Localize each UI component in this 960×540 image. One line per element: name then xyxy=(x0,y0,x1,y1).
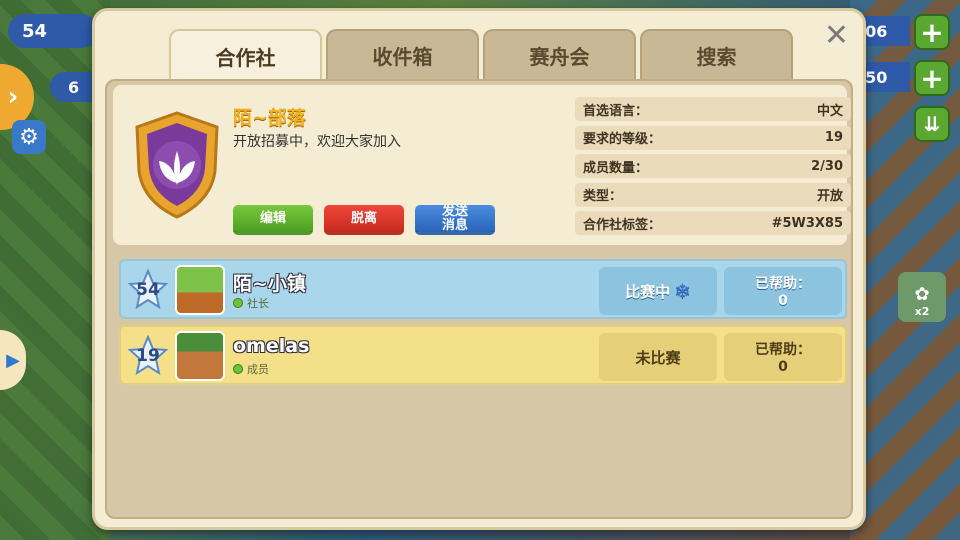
close-button[interactable]: ✕ xyxy=(824,21,849,51)
x2-label: x2 xyxy=(914,305,930,318)
avatar xyxy=(175,331,225,381)
double-chevron-down-icon: ⇊ xyxy=(923,112,941,136)
avatar xyxy=(175,265,225,315)
plus-icon: + xyxy=(920,15,944,49)
send-message-line2: 消息 xyxy=(441,217,468,233)
member-role: 成员 xyxy=(233,361,269,377)
gear-icon: ⚙ xyxy=(19,124,39,150)
property-language: 首选语言： 中文 xyxy=(575,97,851,121)
online-status-icon xyxy=(233,364,243,374)
member-level: 54 xyxy=(136,280,160,300)
property-value: #5W3X85 xyxy=(771,215,843,231)
coop-dialog: ✕ 合作社 收件箱 赛舟会 搜索 陌~部落 开放招募中，欢迎大家加入 编辑 脱离… xyxy=(92,8,866,530)
property-value: 开放 xyxy=(816,189,843,204)
property-label: 首选语言： xyxy=(583,103,649,119)
settings-button[interactable]: ⚙ xyxy=(12,120,46,154)
property-label: 合作社标签： xyxy=(583,217,662,233)
property-label: 要求的等级： xyxy=(583,132,662,147)
helped-value: 0 xyxy=(778,293,788,309)
property-label: 类型： xyxy=(583,189,623,204)
tab-search[interactable]: 搜索 xyxy=(640,29,793,79)
member-role-label: 成员 xyxy=(247,363,269,376)
collapse-hud-button[interactable]: ⇊ xyxy=(914,106,950,142)
property-type: 类型： 开放 xyxy=(575,182,851,207)
close-icon: ✕ xyxy=(823,18,849,53)
tab-inbox[interactable]: 收件箱 xyxy=(326,29,479,79)
helped-count: 已帮助： 0 xyxy=(724,267,842,315)
send-message-button[interactable]: 发送 消息 xyxy=(415,205,495,235)
snowflake-icon: ❄ xyxy=(674,279,691,303)
property-tag: 合作社标签： #5W3X85 xyxy=(575,211,851,235)
race-status-label: 比赛中 xyxy=(625,282,671,301)
tab-regatta[interactable]: 赛舟会 xyxy=(483,29,636,79)
helped-label: 已帮助： xyxy=(755,342,811,358)
property-value: 2/30 xyxy=(811,158,843,174)
member-name: omelas xyxy=(233,335,310,357)
member-role: 社长 xyxy=(233,295,269,311)
player-level-badge: 54 xyxy=(8,14,98,48)
leave-button-label: 脱离 xyxy=(350,210,377,226)
edit-button-label: 编辑 xyxy=(259,210,286,226)
helped-value: 0 xyxy=(778,359,788,375)
member-row[interactable]: 54 陌~小镇 社长 比赛中 ❄ 已帮助： 0 xyxy=(119,259,847,319)
helped-label: 已帮助： xyxy=(755,276,811,292)
coop-info-card: 陌~部落 开放招募中，欢迎大家加入 编辑 脱离 发送 消息 首选语言： 中文 要求… xyxy=(113,85,851,245)
property-member-count: 成员数量： 2/30 xyxy=(575,154,851,178)
boost-x2-button[interactable]: ✿ x2 xyxy=(898,272,946,322)
coop-content-area: 陌~部落 开放招募中，欢迎大家加入 编辑 脱离 发送 消息 首选语言： 中文 要求… xyxy=(105,79,853,519)
coop-properties: 首选语言： 中文 要求的等级： 19 成员数量： 2/30 类型： 开放 合作社标签： #… xyxy=(575,97,851,240)
helped-count: 已帮助： 0 xyxy=(724,333,842,381)
plus-icon: + xyxy=(920,61,944,95)
tab-bar: 合作社 收件箱 赛舟会 搜索 xyxy=(169,29,793,81)
member-level: 19 xyxy=(136,346,160,366)
tab-coop[interactable]: 合作社 xyxy=(169,29,322,81)
race-status-label: 未比赛 xyxy=(635,348,681,367)
property-value: 19 xyxy=(824,130,843,145)
member-role-label: 社长 xyxy=(247,297,269,310)
member-row[interactable]: 19 omelas 成员 未比赛 已帮助： 0 xyxy=(119,325,847,385)
race-status: 未比赛 xyxy=(599,333,717,381)
property-required-level: 要求的等级： 19 xyxy=(575,125,851,150)
add-coins-button[interactable]: + xyxy=(914,14,950,50)
property-label: 成员数量： xyxy=(583,160,649,176)
play-arrow-icon: ▶ xyxy=(6,349,20,371)
edit-button[interactable]: 编辑 xyxy=(233,205,313,235)
member-name: 陌~小镇 xyxy=(233,273,306,295)
add-cash-button[interactable]: + xyxy=(914,60,950,96)
sprout-icon: ✿ xyxy=(914,284,930,305)
chevron-right-icon: › xyxy=(7,82,19,112)
coop-emblem-icon xyxy=(135,111,219,219)
property-value: 中文 xyxy=(816,103,843,119)
race-status: 比赛中 ❄ xyxy=(599,267,717,315)
coop-description: 开放招募中，欢迎大家加入 xyxy=(233,134,401,150)
online-status-icon xyxy=(233,298,243,308)
coop-name: 陌~部落 xyxy=(233,107,306,129)
leave-button[interactable]: 脱离 xyxy=(324,205,404,235)
send-message-label: 发送 消息 xyxy=(442,205,468,232)
